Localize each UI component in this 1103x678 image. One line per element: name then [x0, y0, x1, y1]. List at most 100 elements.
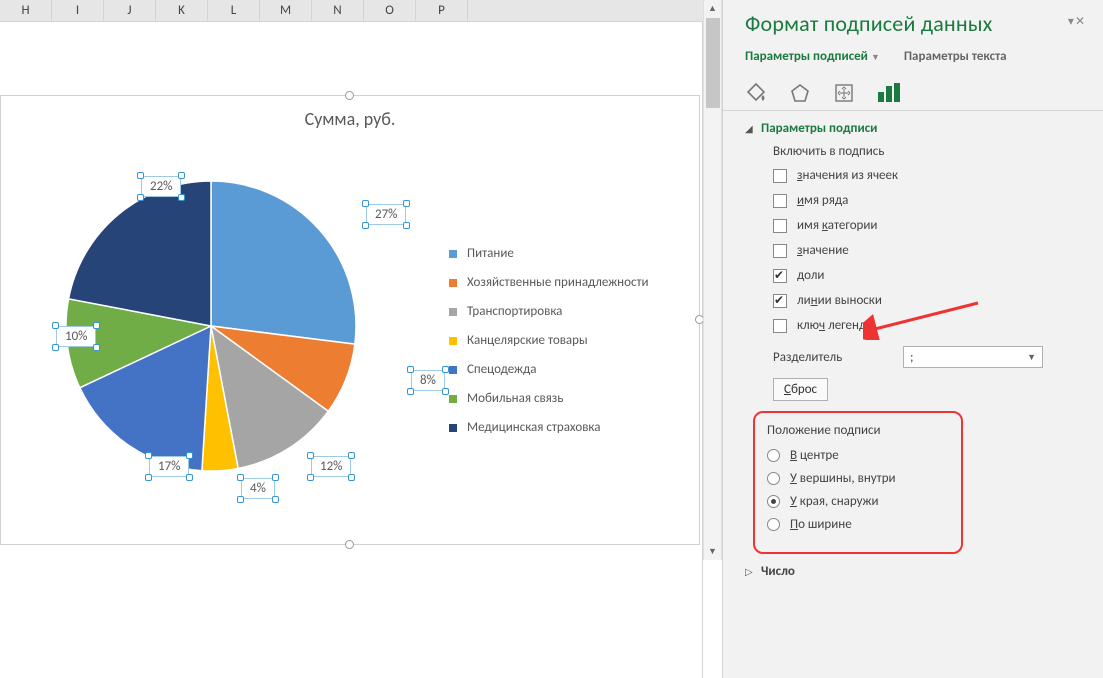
legend-swatch — [449, 337, 457, 345]
label-position-head: Положение подписи — [767, 423, 949, 438]
vertical-scrollbar[interactable]: ▲ ▼ — [703, 0, 722, 560]
legend-swatch — [449, 424, 457, 432]
selection-handle[interactable] — [442, 366, 449, 373]
pie-slice[interactable] — [211, 181, 356, 344]
selection-handle[interactable] — [178, 172, 185, 179]
chk-series-name[interactable]: имя ряда — [773, 190, 1081, 211]
scroll-down-arrow[interactable]: ▼ — [704, 543, 721, 560]
column-header[interactable]: H — [0, 0, 52, 21]
legend-swatch — [449, 308, 457, 316]
data-label[interactable]: 22% — [141, 176, 181, 197]
selection-handle[interactable] — [93, 344, 100, 351]
worksheet-area: HIJKLMNOP Сумма, руб. 27% 8% 12% 4% 17% 10% 22… — [0, 0, 720, 678]
selection-handle[interactable] — [272, 474, 279, 481]
section-number[interactable]: ▷Число — [745, 564, 1081, 579]
selection-handle[interactable] — [52, 344, 59, 351]
selection-handle[interactable] — [407, 388, 414, 395]
selection-handle[interactable] — [145, 452, 152, 459]
selection-handle[interactable] — [178, 194, 185, 201]
selection-handle[interactable] — [348, 452, 355, 459]
selection-handle[interactable] — [186, 452, 193, 459]
fill-icon[interactable] — [745, 82, 767, 104]
reset-button[interactable]: Сброс — [773, 378, 828, 401]
selection-handle[interactable] — [307, 474, 314, 481]
column-header[interactable]: N — [312, 0, 364, 21]
scroll-thumb[interactable] — [706, 18, 720, 108]
radio-center[interactable]: В центре — [767, 448, 949, 463]
selection-handle[interactable] — [93, 322, 100, 329]
annotation-arrow — [863, 300, 983, 340]
data-label[interactable]: 8% — [411, 370, 445, 391]
selection-handle[interactable] — [186, 474, 193, 481]
legend-item[interactable]: Медицинская страховка — [449, 420, 649, 435]
legend-label: Питание — [467, 246, 514, 261]
column-header[interactable]: J — [104, 0, 156, 21]
selection-handle[interactable] — [137, 172, 144, 179]
data-label[interactable]: 27% — [366, 204, 406, 225]
data-label[interactable]: 12% — [311, 456, 351, 477]
radio-outside-end[interactable]: У края, снаружи — [767, 494, 949, 509]
legend-swatch — [449, 366, 457, 374]
chart-icon[interactable] — [877, 82, 901, 104]
scroll-up-arrow[interactable]: ▲ — [704, 0, 721, 17]
selection-handle[interactable] — [237, 496, 244, 503]
selection-handle[interactable] — [237, 474, 244, 481]
radio-inside-end[interactable]: У вершины, внутри — [767, 471, 949, 486]
resize-handle[interactable] — [345, 540, 354, 549]
legend-swatch — [449, 279, 457, 287]
selection-handle[interactable] — [145, 474, 152, 481]
separator-label: Pазделитель — [773, 350, 893, 365]
chart-object[interactable]: Сумма, руб. 27% 8% 12% 4% 17% 10% 22% Питание Х… — [0, 95, 700, 545]
column-headers: HIJKLMNOP — [0, 0, 720, 22]
tab-label-options[interactable]: Параметры подписей▼ — [745, 49, 880, 64]
selection-handle[interactable] — [403, 200, 410, 207]
selection-handle[interactable] — [403, 222, 410, 229]
radio-best-fit[interactable]: По ширине — [767, 517, 949, 532]
selection-handle[interactable] — [52, 322, 59, 329]
pane-title: Формат подписей данных — [745, 10, 1081, 37]
selection-handle[interactable] — [307, 452, 314, 459]
legend-item[interactable]: Спецодежда — [449, 362, 649, 377]
selection-handle[interactable] — [348, 474, 355, 481]
column-header[interactable]: M — [260, 0, 312, 21]
data-label[interactable]: 10% — [56, 326, 96, 347]
selection-handle[interactable] — [407, 366, 414, 373]
legend-label: Транспортировка — [467, 304, 562, 319]
selection-handle[interactable] — [272, 496, 279, 503]
selection-handle[interactable] — [362, 200, 369, 207]
data-label[interactable]: 4% — [241, 478, 275, 499]
column-header[interactable]: P — [416, 0, 468, 21]
chk-percentage[interactable]: доли — [773, 265, 1081, 286]
selection-handle[interactable] — [442, 388, 449, 395]
chk-category-name[interactable]: имя категории — [773, 215, 1081, 236]
tab-text-options[interactable]: Параметры текста — [904, 49, 1007, 64]
legend-label: Медицинская страховка — [467, 420, 601, 435]
selection-handle[interactable] — [137, 194, 144, 201]
chk-value[interactable]: значение — [773, 240, 1081, 261]
legend-item[interactable]: Транспортировка — [449, 304, 649, 319]
legend-item[interactable]: Хозяйственные принадлежности — [449, 275, 649, 290]
legend[interactable]: Питание Хозяйственные принадлежности Транс… — [449, 246, 649, 449]
column-header[interactable]: I — [52, 0, 104, 21]
separator-dropdown[interactable]: ;▼ — [903, 346, 1043, 368]
format-pane: Формат подписей данных ▾✕ Параметры подп… — [722, 0, 1103, 678]
size-icon[interactable] — [833, 82, 855, 104]
section-label-options[interactable]: ◢Параметры подписи — [745, 121, 1081, 136]
column-header[interactable]: O — [364, 0, 416, 21]
column-header[interactable]: L — [208, 0, 260, 21]
label-position-group: Положение подписи В центре У вершины, вн… — [753, 411, 963, 554]
legend-label: Мобильная связь — [467, 391, 563, 406]
chk-cell-values[interactable]: значения из ячеек — [773, 165, 1081, 186]
data-label[interactable]: 17% — [149, 456, 189, 477]
pane-close-icon[interactable]: ▾✕ — [1067, 14, 1085, 29]
resize-handle[interactable] — [345, 91, 354, 100]
column-header[interactable]: K — [156, 0, 208, 21]
legend-item[interactable]: Питание — [449, 246, 649, 261]
effects-icon[interactable] — [789, 82, 811, 104]
legend-item[interactable]: Мобильная связь — [449, 391, 649, 406]
pie-chart[interactable]: 27%8%12%4%17%10%22% — [41, 156, 381, 496]
legend-item[interactable]: Канцелярские товары — [449, 333, 649, 348]
chart-title[interactable]: Сумма, руб. — [1, 108, 699, 130]
legend-swatch — [449, 250, 457, 258]
selection-handle[interactable] — [362, 222, 369, 229]
